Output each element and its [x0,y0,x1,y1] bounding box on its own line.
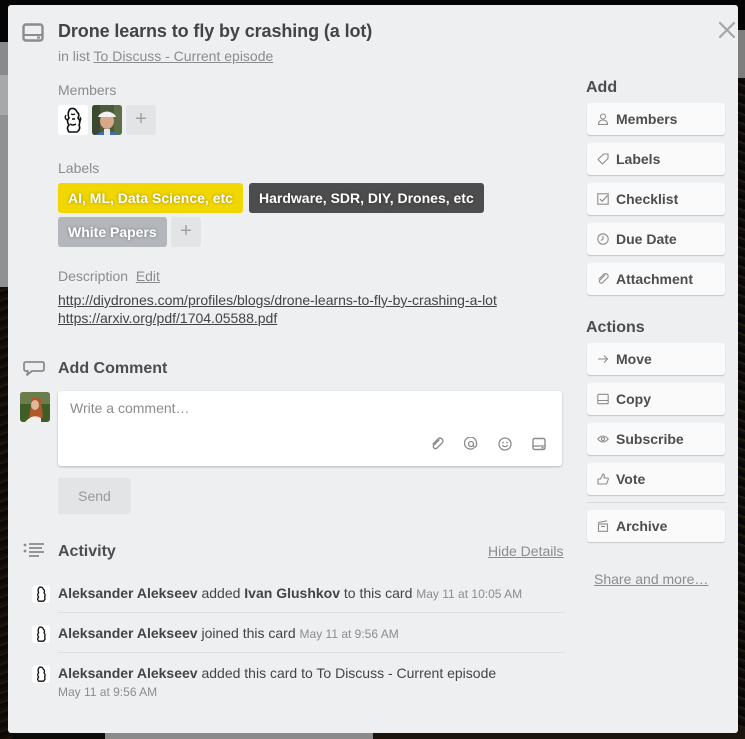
activity-icon [23,543,44,557]
member-avatar[interactable] [92,105,122,135]
activity-actor[interactable]: Aleksander Alekseev [58,585,198,601]
actions-heading: Actions [586,319,645,336]
attachment-icon[interactable] [430,437,444,451]
list-name-link[interactable]: To Discuss - Current episode [94,48,274,64]
button-label: Vote [616,471,646,487]
activity-divider [58,612,565,613]
arrow-right-icon [598,355,609,363]
activity-object[interactable]: Ivan Glushkov [244,585,340,601]
send-comment-button[interactable]: Send [58,478,131,514]
archive-button[interactable]: Archive [587,510,725,542]
add-heading: Add [586,79,618,96]
activity-heading: Activity [58,543,116,560]
subscribe-button[interactable]: Subscribe [587,423,725,455]
card-detail-window: Drone learns to fly by crashing (a lot) … [8,5,738,733]
activity-verb: added [201,585,241,601]
close-button[interactable] [716,19,738,41]
card-icon[interactable] [532,437,546,451]
activity-verb: joined this card [201,625,296,641]
person-icon [597,113,609,125]
description-link[interactable]: http://diydrones.com/profiles/blogs/dron… [58,292,497,308]
add-labels-button[interactable]: Labels [587,143,725,175]
tag-icon [597,153,609,165]
description-label: Description [58,268,129,284]
cartoon-avatar-icon [37,666,46,682]
cartoon-avatar-icon [64,107,82,133]
add-checklist-button[interactable]: Checklist [587,183,725,215]
current-user-avatar [20,392,50,422]
edit-description-link[interactable]: Edit [136,268,160,284]
sidebar-divider [587,502,726,503]
description-link[interactable]: https://arxiv.org/pdf/1704.05588.pdf [58,310,277,326]
comment-input[interactable] [68,399,548,417]
button-label: Subscribe [616,431,684,447]
activity-timestamp[interactable]: May 11 at 10:05 AM [416,587,522,601]
add-label-button[interactable]: + [171,217,201,247]
list-location: in list To Discuss - Current episode [58,48,273,64]
photo-avatar-icon [92,105,122,135]
activity-actor[interactable]: Aleksander Alekseev [58,665,198,681]
paperclip-icon [598,273,609,284]
member-avatar[interactable] [58,105,88,135]
move-button[interactable]: Move [587,343,725,375]
add-members-button[interactable]: Members [587,103,725,135]
user-photo-icon [20,392,50,422]
comment-icon [23,361,45,376]
checkbox-icon [597,193,609,205]
button-label: Members [616,111,678,127]
clock-icon [597,233,609,245]
add-comment-heading: Add Comment [58,360,168,377]
label-ai-ml[interactable]: AI, ML, Data Science, etc [58,183,243,213]
share-and-more-link[interactable]: Share and more… [594,571,708,587]
archive-icon [597,520,609,532]
add-due-date-button[interactable]: Due Date [587,223,725,255]
card-icon [597,393,609,405]
label-hardware[interactable]: Hardware, SDR, DIY, Drones, etc [249,183,484,213]
activity-item: Aleksander Alekseev joined this card May… [58,625,399,641]
activity-avatar[interactable] [32,625,50,643]
add-attachment-button[interactable]: Attachment [587,263,725,295]
button-label: Copy [616,391,651,407]
button-label: Attachment [616,271,694,287]
emoji-icon[interactable] [498,437,512,451]
button-label: Move [616,351,652,367]
hide-details-link[interactable]: Hide Details [488,543,563,559]
cartoon-avatar-icon [37,586,46,602]
activity-divider [58,652,565,653]
activity-avatar[interactable] [32,665,50,683]
activity-verb: added this card to To Discuss - Current … [201,665,497,681]
button-label: Checklist [616,191,679,207]
activity-item: Aleksander Alekseev added Ivan Glushkov … [58,585,522,601]
thumbs-up-icon [597,473,609,485]
activity-actor[interactable]: Aleksander Alekseev [58,625,198,641]
activity-avatar[interactable] [32,585,50,603]
button-label: Archive [616,518,668,534]
in-list-prefix: in list [58,48,90,64]
copy-button[interactable]: Copy [587,383,725,415]
card-icon [22,23,44,42]
eye-icon [597,435,609,443]
add-member-button[interactable]: + [126,105,156,135]
activity-timestamp[interactable]: May 11 at 9:56 AM [58,685,157,699]
close-icon [718,21,736,39]
labels-heading: Labels [58,160,100,176]
comment-composer [58,391,562,466]
activity-timestamp[interactable]: May 11 at 9:56 AM [300,627,399,641]
vote-button[interactable]: Vote [587,463,725,495]
board-background-image [737,78,745,739]
mention-icon[interactable] [464,437,478,451]
activity-suffix: to this card [343,585,413,601]
label-white-papers[interactable]: White Papers [58,217,167,247]
activity-item: Aleksander Alekseev added this card to T… [58,665,496,681]
cartoon-avatar-icon [37,626,46,642]
button-label: Due Date [616,231,677,247]
button-label: Labels [616,151,661,167]
description-heading: Description Edit [58,268,160,284]
card-title[interactable]: Drone learns to fly by crashing (a lot) [58,21,372,42]
members-heading: Members [58,82,117,98]
